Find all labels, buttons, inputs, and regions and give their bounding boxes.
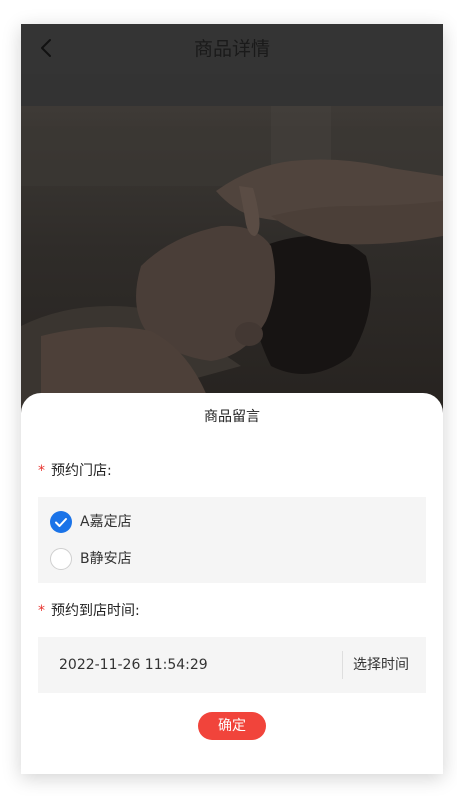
time-picker: 2022-11-26 11:54:29 选择时间: [38, 637, 426, 693]
store-option-label: B静安店: [80, 551, 132, 567]
store-option-b[interactable]: B静安店: [50, 547, 132, 571]
phone-screen: 商品详情 商品留言 * 预约门店: A嘉定店 B静安店 * 预约到店时间: 20…: [21, 24, 443, 774]
navbar: 商品详情: [21, 24, 443, 74]
message-sheet: 商品留言 * 预约门店: A嘉定店 B静安店 * 预约到店时间: 2022-11…: [21, 393, 443, 774]
page-title: 商品详情: [193, 38, 270, 60]
divider: [342, 651, 343, 679]
store-options: A嘉定店 B静安店: [38, 497, 426, 583]
select-time-button[interactable]: 选择时间: [353, 655, 409, 675]
store-field-label: * 预约门店:: [38, 461, 112, 481]
required-mark: *: [38, 603, 45, 619]
checkmark-circle-icon[interactable]: [50, 511, 72, 533]
required-mark: *: [38, 463, 45, 479]
product-image: [21, 106, 443, 426]
store-option-a[interactable]: A嘉定店: [50, 510, 132, 534]
overlay-strip: [21, 74, 443, 106]
radio-circle-icon[interactable]: [50, 548, 72, 570]
time-value: 2022-11-26 11:54:29: [59, 657, 208, 673]
sheet-title: 商品留言: [204, 409, 260, 425]
time-field-label: * 预约到店时间:: [38, 601, 140, 621]
store-label-text: 预约门店:: [51, 463, 112, 479]
store-option-label: A嘉定店: [80, 514, 132, 530]
confirm-button[interactable]: 确定: [198, 712, 266, 740]
time-label-text: 预约到店时间:: [51, 603, 140, 619]
